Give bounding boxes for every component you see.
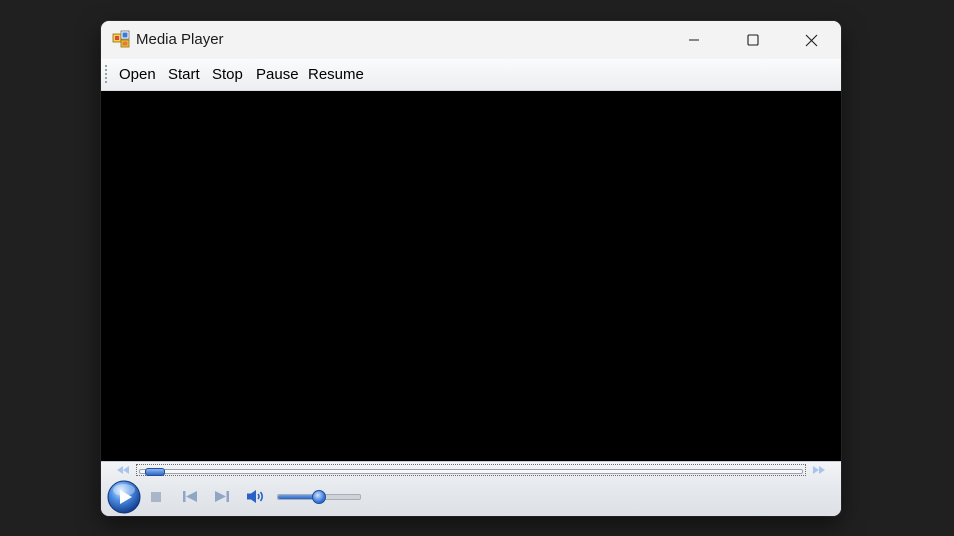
rewind-icon[interactable] — [116, 466, 130, 474]
stop-icon — [151, 492, 161, 502]
menu-item-start[interactable]: Start — [168, 66, 200, 83]
menu-bar: Open Start Stop Pause Resume — [101, 59, 841, 91]
fast-forward-icon[interactable] — [812, 466, 826, 474]
menu-item-open[interactable]: Open — [119, 66, 156, 83]
maximize-button[interactable] — [723, 21, 782, 59]
title-bar[interactable]: Media Player — [101, 21, 841, 59]
maximize-icon — [746, 34, 759, 46]
seek-track-line — [139, 469, 803, 474]
window-title: Media Player — [136, 31, 224, 48]
speaker-icon — [247, 490, 264, 503]
minimize-icon — [688, 39, 699, 41]
play-button[interactable] — [107, 480, 141, 514]
menu-item-stop[interactable]: Stop — [212, 66, 243, 83]
next-track-button[interactable] — [214, 490, 230, 503]
video-display[interactable] — [101, 91, 841, 461]
media-player-window: Media Player Open Start Stop Pause Resum… — [101, 21, 841, 516]
volume-thumb[interactable] — [312, 490, 326, 504]
seek-thumb[interactable] — [145, 468, 166, 476]
previous-track-button[interactable] — [182, 490, 198, 503]
menu-item-resume[interactable]: Resume — [308, 66, 364, 83]
player-controls — [101, 461, 841, 516]
media-player-app-icon — [112, 30, 130, 48]
close-icon — [805, 34, 818, 46]
volume-slider[interactable] — [277, 490, 361, 504]
toolbar-grip[interactable] — [104, 65, 108, 83]
previous-track-icon — [183, 491, 197, 502]
stop-button[interactable] — [150, 491, 162, 503]
menu-item-pause[interactable]: Pause — [256, 66, 299, 83]
minimize-button[interactable] — [664, 21, 723, 59]
close-button[interactable] — [782, 21, 841, 59]
seek-bar[interactable] — [136, 464, 806, 476]
mute-button[interactable] — [246, 489, 266, 504]
next-track-icon — [215, 491, 229, 502]
